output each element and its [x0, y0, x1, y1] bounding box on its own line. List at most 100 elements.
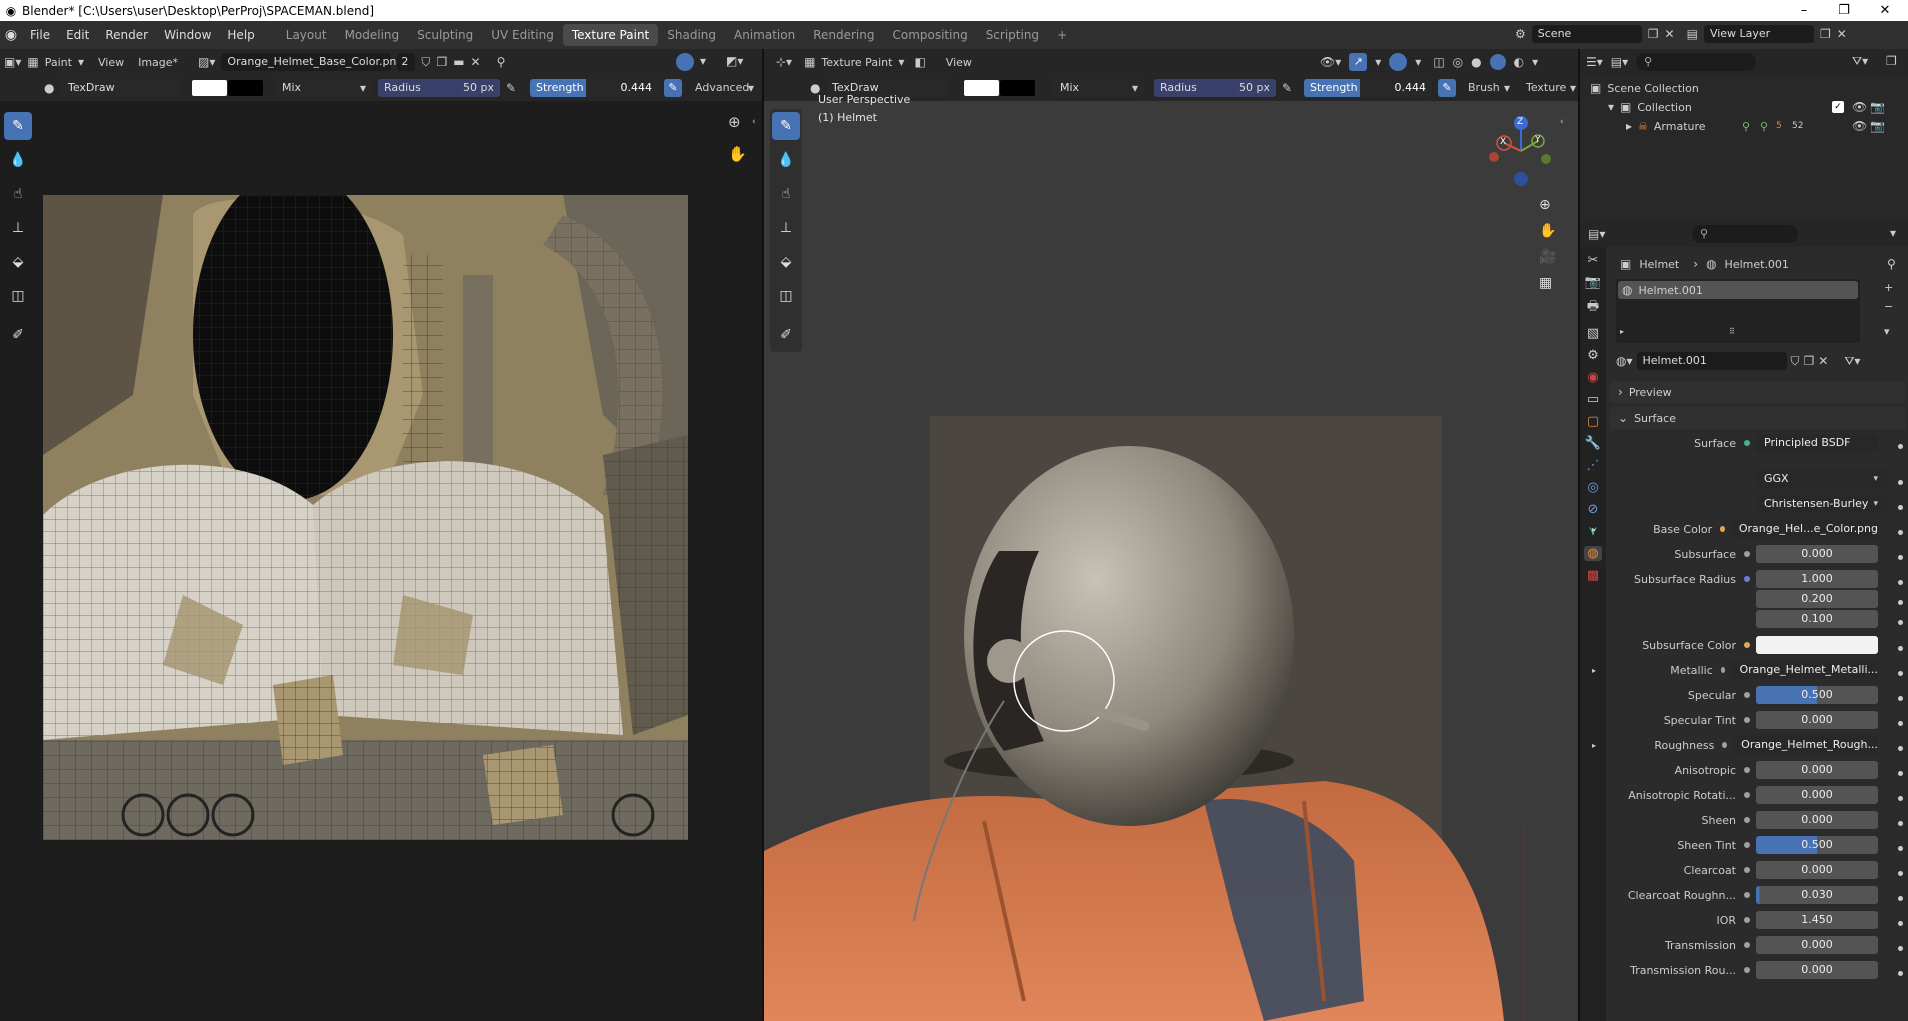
new-view-layer-icon[interactable]: ❐	[1820, 27, 1831, 41]
preview-panel-header[interactable]: › Preview	[1610, 381, 1906, 403]
object-tab-icon[interactable]: ▢	[1587, 414, 1599, 429]
fill-tool-icon[interactable]: ⬙	[4, 248, 32, 276]
close-button[interactable]: ✕	[1862, 0, 1908, 21]
viewport-smear-tool-icon[interactable]: ☝	[772, 180, 800, 208]
viewport-draw-tool-icon[interactable]: ✎	[772, 112, 800, 140]
keyframe-dot-icon[interactable]	[1898, 971, 1903, 976]
material-tab-icon[interactable]: ◍	[1584, 546, 1602, 561]
camera-view-icon[interactable]: 🎥	[1539, 249, 1556, 265]
specular-field[interactable]: 0.500	[1756, 686, 1878, 704]
keyframe-dot-icon[interactable]	[1898, 721, 1903, 726]
sidebar-toggle-icon[interactable]: ‹	[752, 117, 756, 127]
xray-icon[interactable]: ◫	[1433, 55, 1444, 69]
strength-pressure-icon[interactable]: ✎	[664, 79, 682, 97]
viewport-radius-pressure-icon[interactable]: ✎	[1282, 81, 1292, 95]
clone-tool-icon[interactable]: ⊥	[4, 214, 32, 242]
properties-pin-icon[interactable]: ⚲	[1887, 257, 1896, 271]
menu-render[interactable]: Render	[97, 21, 156, 49]
view-layer-tab-icon[interactable]: ▧	[1587, 326, 1599, 341]
navigation-gizmo[interactable]: Z X Y	[1486, 113, 1556, 189]
material-options-icon[interactable]: ⛛▾	[1844, 354, 1860, 369]
tab-layout[interactable]: Layout	[277, 24, 336, 46]
viewport-zoom-icon[interactable]: ⊕	[1539, 197, 1556, 213]
duplicate-material-icon[interactable]: ❐	[1804, 354, 1815, 368]
outliner-row-armature[interactable]: ▸ ☠ Armature ⚲ ⚲ 5 52 👁 📷	[1626, 117, 1908, 135]
shading-rendered-icon[interactable]: ◐	[1514, 55, 1524, 69]
view-layer-icon[interactable]: ▤	[1687, 27, 1698, 41]
material-name-field[interactable]: Helmet.001	[1636, 352, 1787, 370]
viewport-mode-dropdown[interactable]: Texture Paint	[821, 56, 892, 69]
clearcoat-field[interactable]: 0.000	[1756, 861, 1878, 879]
image-menu[interactable]: Image*	[138, 56, 178, 69]
keyframe-dot-icon[interactable]	[1898, 600, 1903, 605]
surface-shader-field[interactable]: Principled BSDF	[1756, 434, 1878, 452]
world-tab-icon[interactable]: ◉	[1587, 370, 1598, 385]
keyframe-dot-icon[interactable]	[1898, 696, 1903, 701]
transmission-roughness-field[interactable]: 0.000	[1756, 961, 1878, 979]
viewport-annotate-tool-icon[interactable]: ✐	[772, 321, 800, 349]
maximize-button[interactable]: ❐	[1821, 0, 1867, 21]
mask-tool-icon[interactable]: ◫	[4, 282, 32, 310]
overlay-toggle-icon[interactable]	[676, 53, 694, 71]
collection-visibility-icon[interactable]: 👁	[1852, 100, 1867, 114]
specular-tint-field[interactable]: 0.000	[1756, 711, 1878, 729]
new-collection-icon[interactable]: ❐	[1886, 54, 1897, 68]
viewport-primary-color[interactable]	[964, 80, 999, 96]
shading-material-icon[interactable]	[1489, 54, 1506, 70]
pan-hand-icon[interactable]: ✋	[728, 145, 747, 163]
remove-view-layer-icon[interactable]: ✕	[1837, 27, 1847, 41]
constraints-tab-icon[interactable]: ⊘	[1588, 502, 1599, 517]
anisotropic-rotation-field[interactable]: 0.000	[1756, 786, 1878, 804]
tab-sculpting[interactable]: Sculpting	[408, 24, 482, 46]
collection-tab-icon[interactable]: ▭	[1587, 392, 1599, 407]
subsurface-method-dropdown[interactable]: Christensen-Burley	[1756, 495, 1890, 513]
menu-window[interactable]: Window	[156, 21, 219, 49]
outliner-row-scene-collection[interactable]: ▣ Scene Collection	[1590, 79, 1699, 97]
tool-tab-icon[interactable]: ✂	[1588, 253, 1599, 268]
slot-menu-button[interactable]: ▾	[1884, 325, 1893, 338]
transmission-field[interactable]: 0.000	[1756, 936, 1878, 954]
menu-help[interactable]: Help	[219, 21, 262, 49]
subsurface-field[interactable]: 0.000	[1756, 545, 1878, 563]
tab-texture-paint[interactable]: Texture Paint	[562, 24, 659, 46]
draw-tool-icon[interactable]: ✎	[4, 112, 32, 140]
anisotropic-field[interactable]: 0.000	[1756, 761, 1878, 779]
material-fake-user-icon[interactable]: ⛉	[1791, 354, 1800, 369]
blend-mode-dropdown[interactable]: Mix	[276, 79, 370, 97]
properties-editor-type-icon[interactable]: ▤▾	[1588, 227, 1605, 241]
menu-edit[interactable]: Edit	[58, 21, 97, 49]
viewport-radius-field[interactable]: Radius 50 px	[1154, 79, 1276, 97]
menu-file[interactable]: File	[22, 21, 58, 49]
zoom-icon[interactable]: ⊕	[728, 113, 741, 131]
viewport-secondary-color[interactable]	[1000, 80, 1035, 96]
strength-field[interactable]: Strength 0.444	[530, 79, 658, 97]
radius-field[interactable]: Radius 50 px	[378, 79, 500, 97]
keyframe-dot-icon[interactable]	[1898, 921, 1903, 926]
viewport-pan-icon[interactable]: ✋	[1539, 223, 1556, 239]
viewport-fill-tool-icon[interactable]: ⬙	[772, 248, 800, 276]
face-mask-icon[interactable]: ◧	[914, 55, 925, 69]
texture-tab-icon[interactable]: ▩	[1587, 568, 1599, 583]
properties-search-input[interactable]: ⚲	[1692, 225, 1798, 243]
tab-animation[interactable]: Animation	[725, 24, 804, 46]
display-mode-icon[interactable]: ▤▾	[1611, 55, 1628, 69]
viewport-clone-tool-icon[interactable]: ⊥	[772, 214, 800, 242]
viewport-view-menu[interactable]: View	[946, 56, 972, 69]
keyframe-dot-icon[interactable]	[1898, 946, 1903, 951]
keyframe-dot-icon[interactable]	[1898, 444, 1903, 449]
collection-render-icon[interactable]: 📷	[1870, 100, 1885, 114]
secondary-color-swatch[interactable]	[228, 80, 263, 96]
keyframe-dot-icon[interactable]	[1898, 796, 1903, 801]
collection-checkbox[interactable]: ✓	[1832, 101, 1844, 113]
subsurface-radius-y[interactable]: 0.200	[1756, 590, 1878, 608]
open-image-icon[interactable]: ▬	[453, 55, 464, 69]
smear-tool-icon[interactable]: ☝	[4, 180, 32, 208]
material-slot-item[interactable]: ◍ Helmet.001	[1618, 281, 1858, 299]
outliner-editor-type-icon[interactable]: ☰▾	[1586, 55, 1603, 69]
base-color-expand-icon[interactable]: ▸	[1592, 525, 1596, 534]
view-menu[interactable]: View	[98, 56, 124, 69]
tab-compositing[interactable]: Compositing	[883, 24, 976, 46]
viewport-blend-dropdown[interactable]: Mix	[1054, 79, 1144, 97]
render-tab-icon[interactable]: 📷	[1585, 275, 1601, 290]
keyframe-dot-icon[interactable]	[1898, 620, 1903, 625]
